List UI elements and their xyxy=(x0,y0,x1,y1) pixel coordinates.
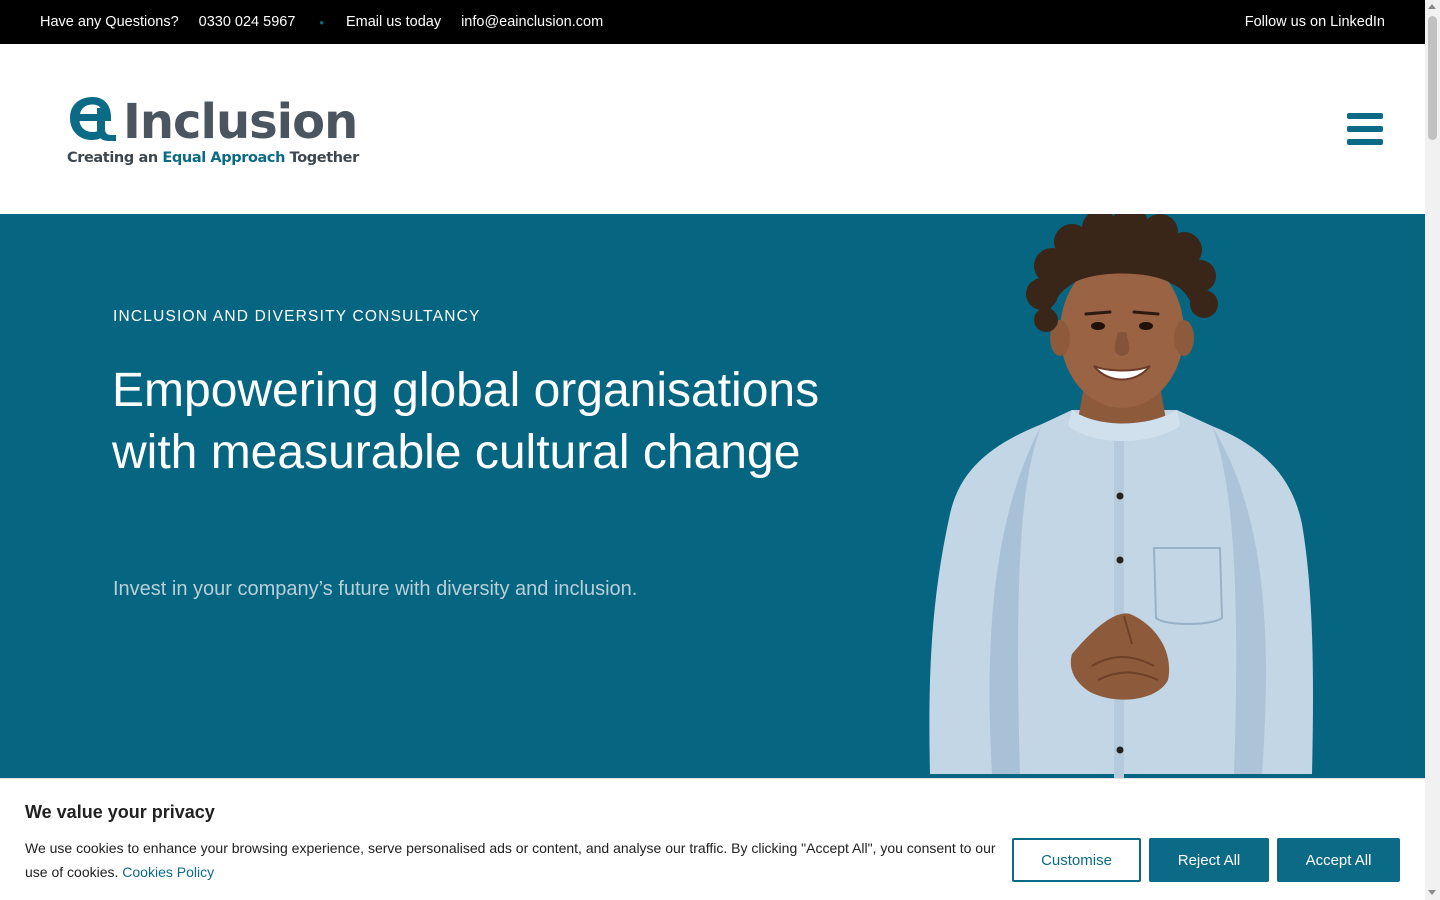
hero-eyebrow: INCLUSION AND DIVERSITY CONSULTANCY xyxy=(113,308,481,325)
linkedin-link[interactable]: Follow us on LinkedIn xyxy=(1245,0,1385,44)
cookie-text: We use cookies to enhance your browsing … xyxy=(25,836,1005,884)
logo-wordmark: Inclusion xyxy=(123,94,358,150)
email-link[interactable]: info@eainclusion.com xyxy=(461,14,603,30)
logo-mark-icon xyxy=(70,97,116,141)
logo-tag-accent: Equal Approach xyxy=(162,150,286,166)
logo[interactable]: Inclusion Creating an Equal Approach Tog… xyxy=(67,94,367,174)
site-header: Inclusion Creating an Equal Approach Tog… xyxy=(0,44,1425,214)
hero-subline: Invest in your company’s future with div… xyxy=(113,578,638,600)
email-label: Email us today xyxy=(345,14,442,30)
hamburger-menu-icon[interactable] xyxy=(1347,113,1383,145)
separator-dot: • xyxy=(319,14,324,30)
cookie-title: We value your privacy xyxy=(25,802,215,822)
logo-tag-prefix: Creating an xyxy=(67,150,163,166)
menu-bar xyxy=(1347,126,1383,132)
hero-section: INCLUSION AND DIVERSITY CONSULTANCY Empo… xyxy=(0,214,1425,778)
menu-bar xyxy=(1347,113,1383,119)
scroll-down-arrow-icon[interactable] xyxy=(1428,890,1436,895)
scroll-up-arrow-icon[interactable] xyxy=(1428,4,1436,9)
contact-info: Have any Questions? 0330 024 5967 • Emai… xyxy=(40,0,603,44)
questions-label: Have any Questions? xyxy=(40,14,179,30)
scrollbar-thumb[interactable] xyxy=(1428,16,1437,140)
menu-bar xyxy=(1347,139,1383,145)
hero-headline: Empowering global organisations with mea… xyxy=(112,364,820,479)
cookies-policy-link[interactable]: Cookies Policy xyxy=(122,864,214,880)
smiling-man-photo xyxy=(929,214,1313,778)
logo-tagline: Creating an Equal Approach Together xyxy=(67,150,359,166)
accept-all-button[interactable]: Accept All xyxy=(1277,838,1400,882)
phone-link[interactable]: 0330 024 5967 xyxy=(199,14,296,30)
customise-button[interactable]: Customise xyxy=(1012,838,1141,882)
top-bar: Have any Questions? 0330 024 5967 • Emai… xyxy=(0,0,1425,44)
page-scrollbar[interactable] xyxy=(1425,0,1440,900)
reject-all-button[interactable]: Reject All xyxy=(1149,838,1269,882)
logo-tag-suffix: Together xyxy=(285,150,360,166)
cookie-banner: We value your privacy We use cookies to … xyxy=(0,778,1425,900)
